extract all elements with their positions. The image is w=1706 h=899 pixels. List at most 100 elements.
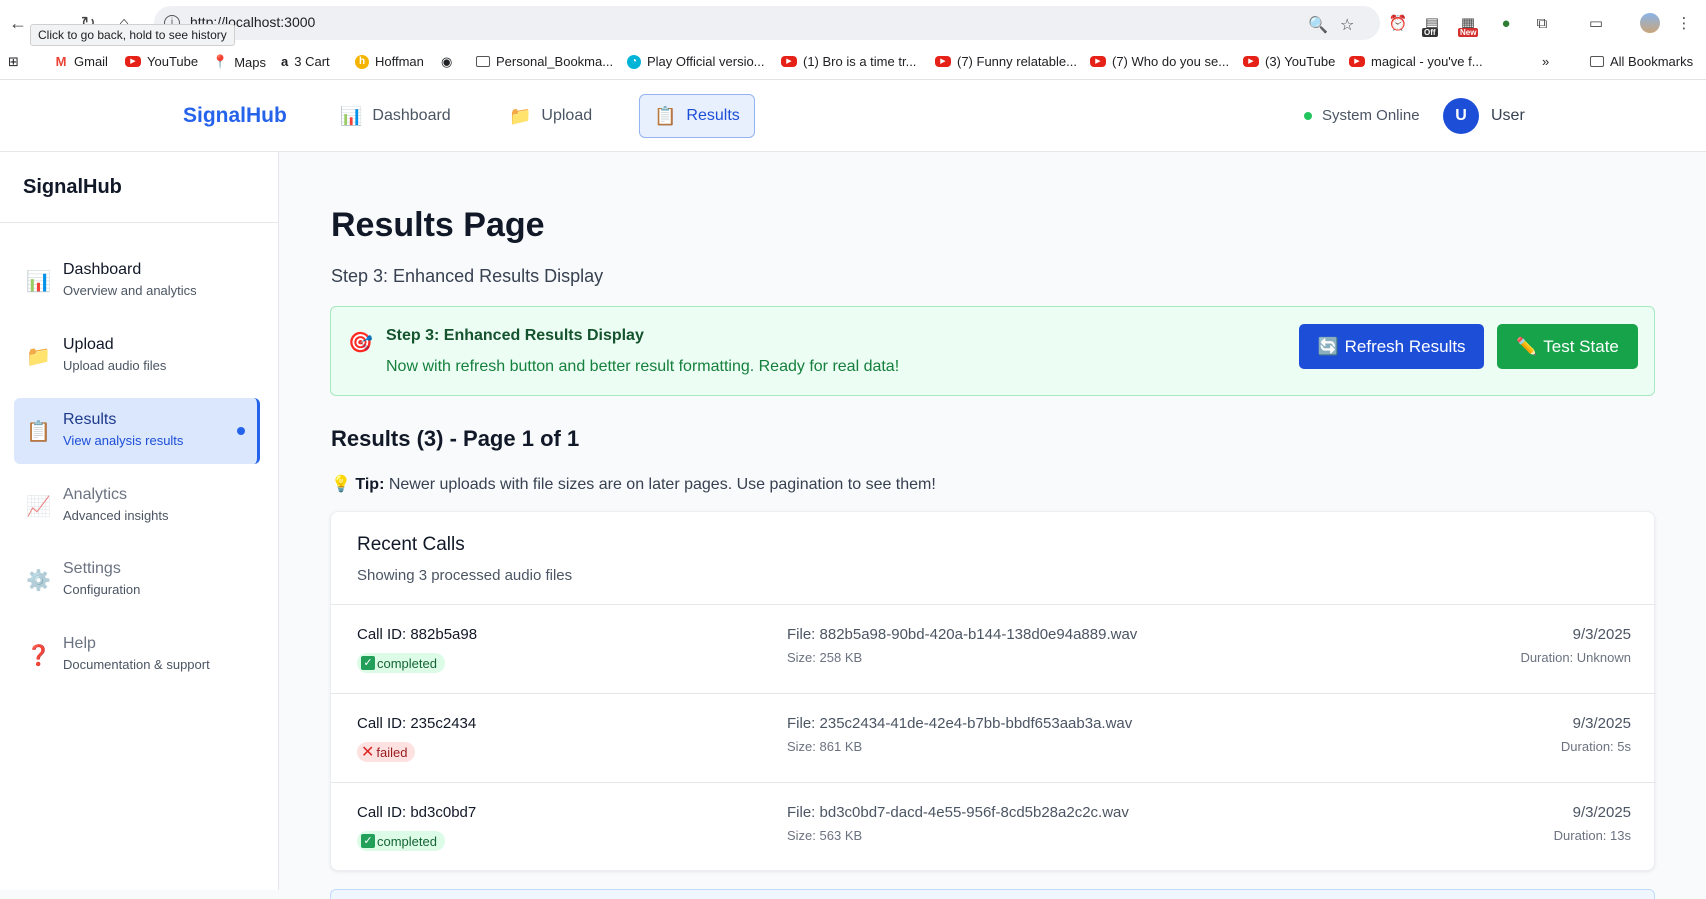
card-subtitle: Showing 3 processed audio files [357,567,573,584]
file-size: Size: 258 KB [787,650,863,665]
all-bookmarks-button[interactable]: All Bookmarks [1590,54,1693,69]
amazon-icon: a [281,54,289,69]
brand-logo[interactable]: SignalHub [183,104,287,128]
line-chart-icon: 📈 [26,496,51,518]
refresh-results-button[interactable]: 🔄 Refresh Results [1299,324,1484,369]
clipboard-icon: 📋 [26,421,51,443]
call-id: Call ID: 882b5a98 [357,626,478,643]
youtube-icon: ▶ [781,56,797,67]
avatar[interactable]: U [1443,98,1479,134]
file-name: File: 235c2434-41de-42e4-b7bb-bbdf653aab… [787,715,1133,732]
table-row[interactable]: Call ID: 882b5a98 ✓ completed File: 882b… [331,604,1656,693]
youtube-icon: ▶ [125,56,141,67]
status-badge: ✓ completed [357,653,445,673]
bookmark-youtube-4[interactable]: ▶ (3) YouTube [1243,54,1335,69]
sidebar-divider [0,222,279,223]
youtube-icon: ▶ [1090,56,1106,67]
back-tooltip: Click to go back, hold to see history [30,24,235,46]
sidebar: SignalHub 📊 Dashboard Overview and analy… [0,152,279,890]
step-banner: 🎯 Step 3: Enhanced Results Display Now w… [330,306,1655,396]
nav-results[interactable]: 📋 Results [639,94,755,138]
more-bookmarks-button[interactable]: » [1542,54,1549,69]
app-header: SignalHub 📊 Dashboard 📁 Upload 📋 Results… [0,80,1706,152]
question-icon: ❓ [26,645,51,667]
puzzle-icon[interactable]: ⧉ [1530,11,1554,35]
table-row[interactable]: Call ID: bd3c0bd7 ✓ completed File: bd3c… [331,782,1656,871]
maps-icon: 📍 [212,54,229,69]
evernote-icon[interactable]: ● [1494,11,1518,35]
file-name: File: bd3c0bd7-dacd-4e55-956f-8cd5b28a2c… [787,804,1129,821]
bookmark-youtube[interactable]: ▶ YouTube [125,54,198,69]
file-name: File: 882b5a98-90bd-420a-b144-138d0e94a8… [787,626,1138,643]
bookmark-youtube-3[interactable]: ▶ (7) Who do you se... [1090,54,1229,69]
sidebar-brand: SignalHub [23,176,122,198]
menu-kebab-icon[interactable]: ⋮ [1672,11,1696,35]
apps-grid-icon[interactable]: ⊞ [8,54,19,70]
bookmarks-bar: ⊞ M Gmail ▶ YouTube 📍 Maps a3 Cart h Hoffman… [0,46,1706,80]
sidebar-item-results[interactable]: 📋 Results View analysis results [14,398,260,464]
sidebar-item-help[interactable]: ❓ Help Documentation & support [14,622,260,688]
youtube-icon: ▶ [1243,56,1259,67]
gmail-icon: M [55,53,67,69]
check-icon: ✓ [361,656,375,670]
folder-icon: 📁 [26,346,51,368]
banner-title: Step 3: Enhanced Results Display [386,327,644,344]
user-name[interactable]: User [1491,107,1525,125]
call-duration: Duration: 13s [1553,828,1631,843]
bar-chart-icon: 📊 [26,271,51,293]
tab-search-icon[interactable]: ▭ [1584,11,1608,35]
folder-icon: 📁 [509,105,532,126]
banner-text: Now with refresh button and better resul… [386,358,900,375]
address-bar[interactable]: i http://localhost:3000 🔍 ☆ [154,6,1380,40]
nav-dashboard[interactable]: 📊 Dashboard [325,94,466,138]
file-size: Size: 563 KB [787,828,863,843]
active-indicator-dot [237,427,245,435]
pencil-icon: ✏️ [1516,336,1538,356]
bar-chart-icon: 📊 [340,105,363,126]
page-subtitle: Step 3: Enhanced Results Display [331,266,604,286]
bookmark-folder-personal[interactable]: Personal_Bookma... [476,54,613,69]
sidebar-item-settings[interactable]: ⚙️ Settings Configuration [14,547,260,613]
nav-upload[interactable]: 📁 Upload [494,94,607,138]
recent-calls-card: Recent Calls Showing 3 processed audio f… [330,511,1656,871]
call-date: 9/3/2025 [1572,626,1631,643]
test-state-button[interactable]: ✏️ Test State [1497,324,1638,369]
sidebar-item-dashboard[interactable]: 📊 Dashboard Overview and analytics [14,248,260,314]
globe-icon: ◉ [441,54,453,69]
zoom-icon[interactable]: 🔍 [1308,15,1328,35]
alarm-icon[interactable]: ⏰ [1386,11,1410,35]
call-id: Call ID: 235c2434 [357,715,477,732]
bookmark-youtube-5[interactable]: ▶ magical - you've f... [1349,54,1483,69]
pagination-panel [330,889,1655,899]
bookmark-youtube-1[interactable]: ▶ (1) Bro is a time tr... [781,54,916,69]
refresh-icon: 🔄 [1317,336,1339,356]
sidebar-item-upload[interactable]: 📁 Upload Upload audio files [14,323,260,389]
table-row[interactable]: Call ID: 235c2434 ✕ failed File: 235c243… [331,693,1656,782]
lightbulb-icon: 💡 [331,476,351,493]
call-date: 9/3/2025 [1572,804,1631,821]
extension-new-icon[interactable]: ▦ New [1456,11,1480,37]
back-arrow-icon[interactable]: ← [6,11,30,35]
gear-icon: ⚙️ [26,570,51,592]
browser-toolbar: ← → ↻ ⌂ i http://localhost:3000 🔍 ☆ Clic… [0,0,1706,46]
play-icon: ◔ [627,54,641,69]
bookmark-globe[interactable]: ◉ [441,54,452,70]
bookmark-gmail[interactable]: M Gmail [54,54,108,69]
bookmark-hoffman[interactable]: h Hoffman [355,54,424,69]
profile-icon[interactable] [1638,11,1662,35]
main-content: Results Page Step 3: Enhanced Results Di… [279,152,1706,899]
call-date: 9/3/2025 [1572,715,1631,732]
system-status: System Online [1304,107,1420,124]
hoffman-icon: h [355,54,369,69]
cross-icon: ✕ [361,744,375,761]
bookmark-cart[interactable]: a3 Cart [281,54,330,69]
bookmark-maps[interactable]: 📍 Maps [212,54,266,70]
page-title: Results Page [331,206,545,244]
bookmark-youtube-2[interactable]: ▶ (7) Funny relatable... [935,54,1077,69]
star-icon[interactable]: ☆ [1340,15,1354,35]
bookmark-play[interactable]: ◔ Play Official versio... [627,54,765,69]
folder-icon [476,56,490,67]
sidebar-item-analytics[interactable]: 📈 Analytics Advanced insights [14,473,260,539]
status-badge: ✕ failed [357,742,416,762]
extension-off-icon[interactable]: ▤ Off [1420,11,1444,37]
